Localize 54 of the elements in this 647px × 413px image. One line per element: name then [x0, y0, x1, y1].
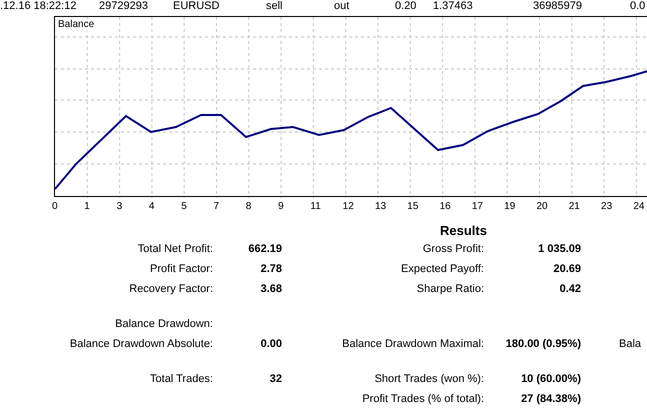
field-label: Balance Drawdown Maximal:: [341, 336, 484, 352]
axis-label: 0: [52, 200, 59, 213]
axis-label: 19: [504, 200, 516, 213]
axis-label: 1: [84, 200, 91, 213]
axis-label: 23: [601, 200, 614, 213]
table-cell-text: 0.0: [630, 0, 646, 13]
field-label: Profit Factor:: [149, 262, 213, 277]
axis-label: 13: [374, 200, 388, 213]
field-value: 1 035.09: [537, 242, 581, 257]
field-value: 10 (60.00%): [520, 372, 581, 387]
field-value: 20.69: [552, 262, 581, 277]
axis-label: 20: [536, 200, 549, 213]
axis-label: 9: [278, 200, 285, 213]
field-label: Total Trades:: [149, 372, 213, 387]
field-value: 27 (84.38%): [520, 392, 581, 407]
axis-label: 21: [568, 200, 581, 213]
table-cell-text: EURUSD: [173, 0, 220, 13]
field-label: Total Net Profit:: [136, 242, 213, 257]
field-label: Balance Drawdown Absolute:: [68, 336, 213, 352]
table-cell-text: 1.37463: [433, 0, 474, 13]
table-cell-text: 36985979: [533, 0, 583, 13]
axis-label: 12: [342, 200, 355, 213]
field-label: Recovery Factor:: [128, 282, 213, 297]
axis-label: 16: [440, 200, 452, 213]
field-label: Bala: [619, 336, 642, 352]
field-value: 0.00: [260, 336, 282, 352]
axis-label: 8: [246, 200, 252, 213]
field-label: Expected Payoff:: [400, 262, 484, 277]
table-cell-text: 29729293: [99, 0, 149, 13]
axis-label: 24: [633, 200, 646, 213]
axis-label: 5: [181, 200, 188, 213]
field-value: 662.19: [247, 242, 282, 257]
table-cell-text: 0.20: [395, 0, 418, 13]
table-cell-text: .12.16 18:22:12: [0, 0, 78, 13]
field-value: 32: [268, 372, 282, 387]
axis-label: 3: [116, 200, 124, 213]
field-label: Profit Trades (% of total):: [361, 392, 484, 407]
field-value: 0.42: [558, 282, 581, 297]
axis-label: 15: [407, 200, 420, 213]
table-cell-text: out: [334, 0, 350, 13]
field-label: Gross Profit:: [422, 242, 484, 257]
results-title: Results: [439, 222, 488, 239]
field-label: Short Trades (won %):: [374, 372, 484, 387]
table-cell-text: sell: [266, 0, 284, 13]
field-value: 2.78: [260, 262, 282, 277]
axis-label: 4: [148, 200, 156, 213]
field-value: 180.00 (0.95%): [504, 336, 581, 352]
field-label: Sharpe Ratio:: [416, 282, 484, 297]
chart-title: Balance: [58, 19, 94, 31]
axis-label: 11: [310, 200, 322, 213]
axis-label: 7: [213, 200, 220, 213]
field-label: Balance Drawdown:: [114, 316, 213, 332]
axis-label: 17: [472, 200, 484, 213]
field-value: 3.68: [260, 282, 282, 297]
